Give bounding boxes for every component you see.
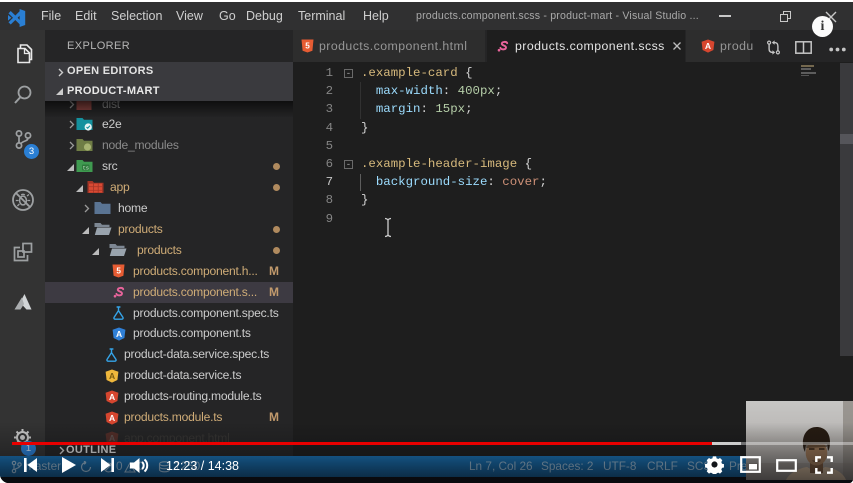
svg-text:A: A <box>109 371 115 381</box>
svg-text:5: 5 <box>305 42 310 51</box>
svg-text:A: A <box>109 413 115 423</box>
svg-text:A: A <box>109 392 115 402</box>
svg-text:ts: ts <box>83 165 89 172</box>
svg-text:A: A <box>705 41 711 51</box>
svg-text:A: A <box>116 329 122 339</box>
svg-text:5: 5 <box>116 267 121 276</box>
